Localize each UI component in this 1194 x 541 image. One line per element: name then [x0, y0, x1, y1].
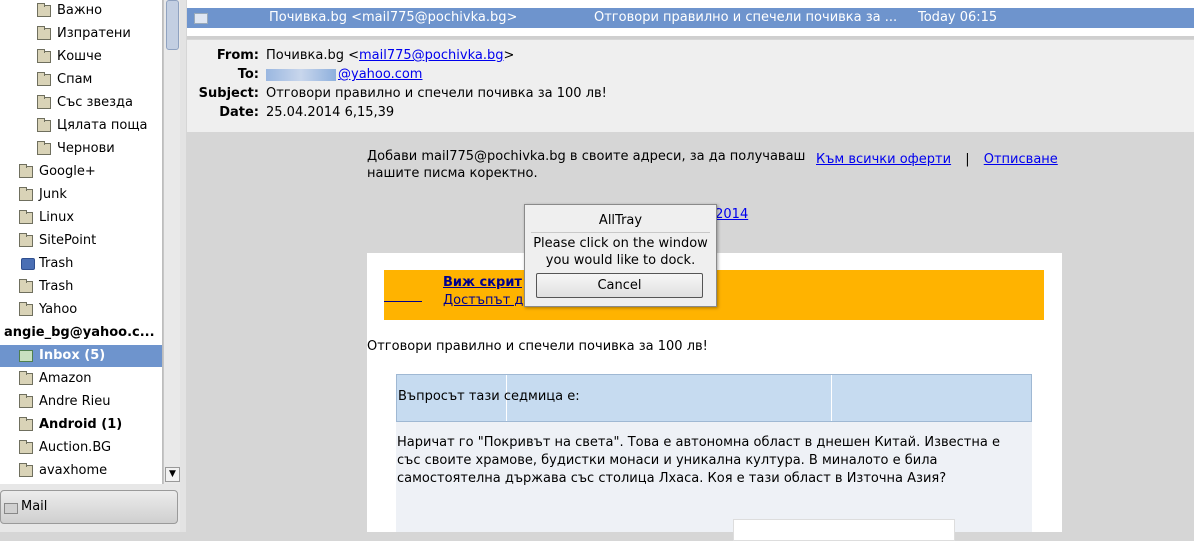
folder-icon: [19, 210, 33, 224]
subject-value: Отговори правилно и спечели почивка за 1…: [266, 86, 607, 101]
folder-item-google-plus[interactable]: Google+: [0, 161, 162, 183]
newsletter-subject: Отговори правилно и спечели почивка за 1…: [367, 339, 708, 354]
account-header[interactable]: angie_bg@yahoo.c...: [0, 322, 162, 344]
alltray-dialog: AllTray Please click on the window you w…: [524, 204, 717, 307]
add-to-contacts-notice: Добави mail775@pochivka.bg в своите адре…: [367, 149, 806, 181]
banner-divider: [384, 301, 422, 302]
folder-item-android[interactable]: Android (1): [0, 414, 162, 436]
cancel-button[interactable]: Cancel: [536, 273, 703, 298]
message-sender: Почивка.bg <mail775@pochivka.bg>: [269, 10, 518, 25]
folder-icon: [37, 72, 51, 86]
from-email-link[interactable]: mail775@pochivka.bg: [359, 48, 503, 63]
message-header: From: Почивка.bg <mail775@pochivka.bg> T…: [187, 40, 1194, 132]
message-list: Почивка.bg <mail775@pochivka.bg> Отговор…: [187, 0, 1194, 38]
folder-item-trash-2[interactable]: Trash: [0, 276, 162, 298]
folder-tree: Важно Изпратени Кошче Спам Със звезда Ця…: [0, 0, 163, 484]
trash-icon: [21, 258, 35, 270]
inbox-unread-count: (5): [84, 348, 106, 363]
folder-icon: [37, 118, 51, 132]
message-row-selected[interactable]: Почивка.bg <mail775@pochivka.bg> Отговор…: [187, 8, 1194, 28]
folder-icon: [19, 417, 33, 431]
inbox-icon: [19, 350, 33, 362]
answer-input[interactable]: [733, 519, 955, 541]
inbox-label: Inbox: [39, 348, 80, 363]
mail-switcher-button[interactable]: Mail: [0, 490, 178, 524]
android-label: Android: [39, 417, 97, 432]
unsubscribe-link[interactable]: Отписване: [984, 152, 1058, 167]
folder-item-all-mail[interactable]: Цялата поща: [0, 115, 162, 137]
all-offers-link[interactable]: Към всички оферти: [816, 152, 951, 167]
folder-icon: [19, 371, 33, 385]
folder-icon: [37, 3, 51, 17]
header-links: Към всички оферти | Отписване: [816, 152, 1058, 167]
folder-item-spam[interactable]: Спам: [0, 69, 162, 91]
folder-item-linux[interactable]: Linux: [0, 207, 162, 229]
folder-scrollbar[interactable]: ▼: [163, 0, 180, 484]
from-name: Почивка.bg <: [266, 48, 359, 63]
to-email-link[interactable]: @yahoo.com: [338, 67, 422, 82]
envelope-icon: [194, 13, 208, 24]
folder-item-amazon[interactable]: Amazon: [0, 368, 162, 390]
folder-item-junk[interactable]: Junk: [0, 184, 162, 206]
folder-item-sent[interactable]: Изпратени: [0, 23, 162, 45]
folder-item-andre-rieu[interactable]: Andre Rieu: [0, 391, 162, 413]
folder-item-yahoo[interactable]: Yahoo: [0, 299, 162, 321]
dialog-message: Please click on the window you would lik…: [533, 236, 708, 268]
folder-icon: [19, 233, 33, 247]
dialog-title: AllTray: [598, 213, 643, 228]
message-body: Добави mail775@pochivka.bg в своите адре…: [193, 132, 1194, 541]
question-heading: Въпросът тази седмица е:: [398, 389, 580, 404]
redacted-address: [266, 68, 336, 81]
folder-icon: [19, 164, 33, 178]
folder-item-trash[interactable]: Trash: [0, 253, 162, 275]
banner-title-link[interactable]: Виж скрит: [443, 275, 522, 290]
message-date: Today 06:15: [918, 10, 998, 25]
date-value: 25.04.2014 6,15,39: [266, 105, 395, 120]
dialog-divider: [531, 232, 710, 233]
scrollbar-thumb[interactable]: [166, 0, 179, 50]
mail-icon: [4, 503, 18, 514]
folder-item-drafts[interactable]: Чернови: [0, 138, 162, 160]
folder-item-sitepoint[interactable]: SitePoint: [0, 230, 162, 252]
question-text: Наричат го "Покривът на света". Това е а…: [397, 435, 1000, 486]
android-unread-count: (1): [101, 417, 123, 432]
question-table-header: Въпросът тази седмица е:: [396, 374, 1032, 422]
pane-splitter[interactable]: [180, 0, 186, 532]
folder-sidebar: Важно Изпратени Кошче Спам Със звезда Ця…: [0, 0, 181, 532]
pane-divider[interactable]: [187, 36, 1194, 39]
folder-item-avaxhome[interactable]: avaxhome: [0, 460, 162, 482]
folder-icon: [19, 394, 33, 408]
message-subject: Отговори правилно и спечели почивка за .…: [594, 10, 898, 25]
column-divider: [831, 375, 832, 421]
folder-item-auction-bg[interactable]: Auction.BG: [0, 437, 162, 459]
folder-icon: [37, 141, 51, 155]
folder-icon: [37, 49, 51, 63]
folder-item-bin[interactable]: Кошче: [0, 46, 162, 68]
folder-icon: [37, 26, 51, 40]
junk-folder-icon: [19, 187, 33, 201]
folder-item-important[interactable]: Важно: [0, 0, 162, 22]
folder-icon: [19, 440, 33, 454]
folder-icon: [19, 463, 33, 477]
folder-icon: [19, 279, 33, 293]
folder-icon: [19, 302, 33, 316]
chevron-down-icon[interactable]: ▼: [165, 467, 180, 482]
folder-item-inbox[interactable]: Inbox (5): [0, 345, 162, 367]
folder-item-starred[interactable]: Със звезда: [0, 92, 162, 114]
question-table: Въпросът тази седмица е: Наричат го "Пок…: [396, 374, 1032, 541]
folder-icon: [37, 95, 51, 109]
